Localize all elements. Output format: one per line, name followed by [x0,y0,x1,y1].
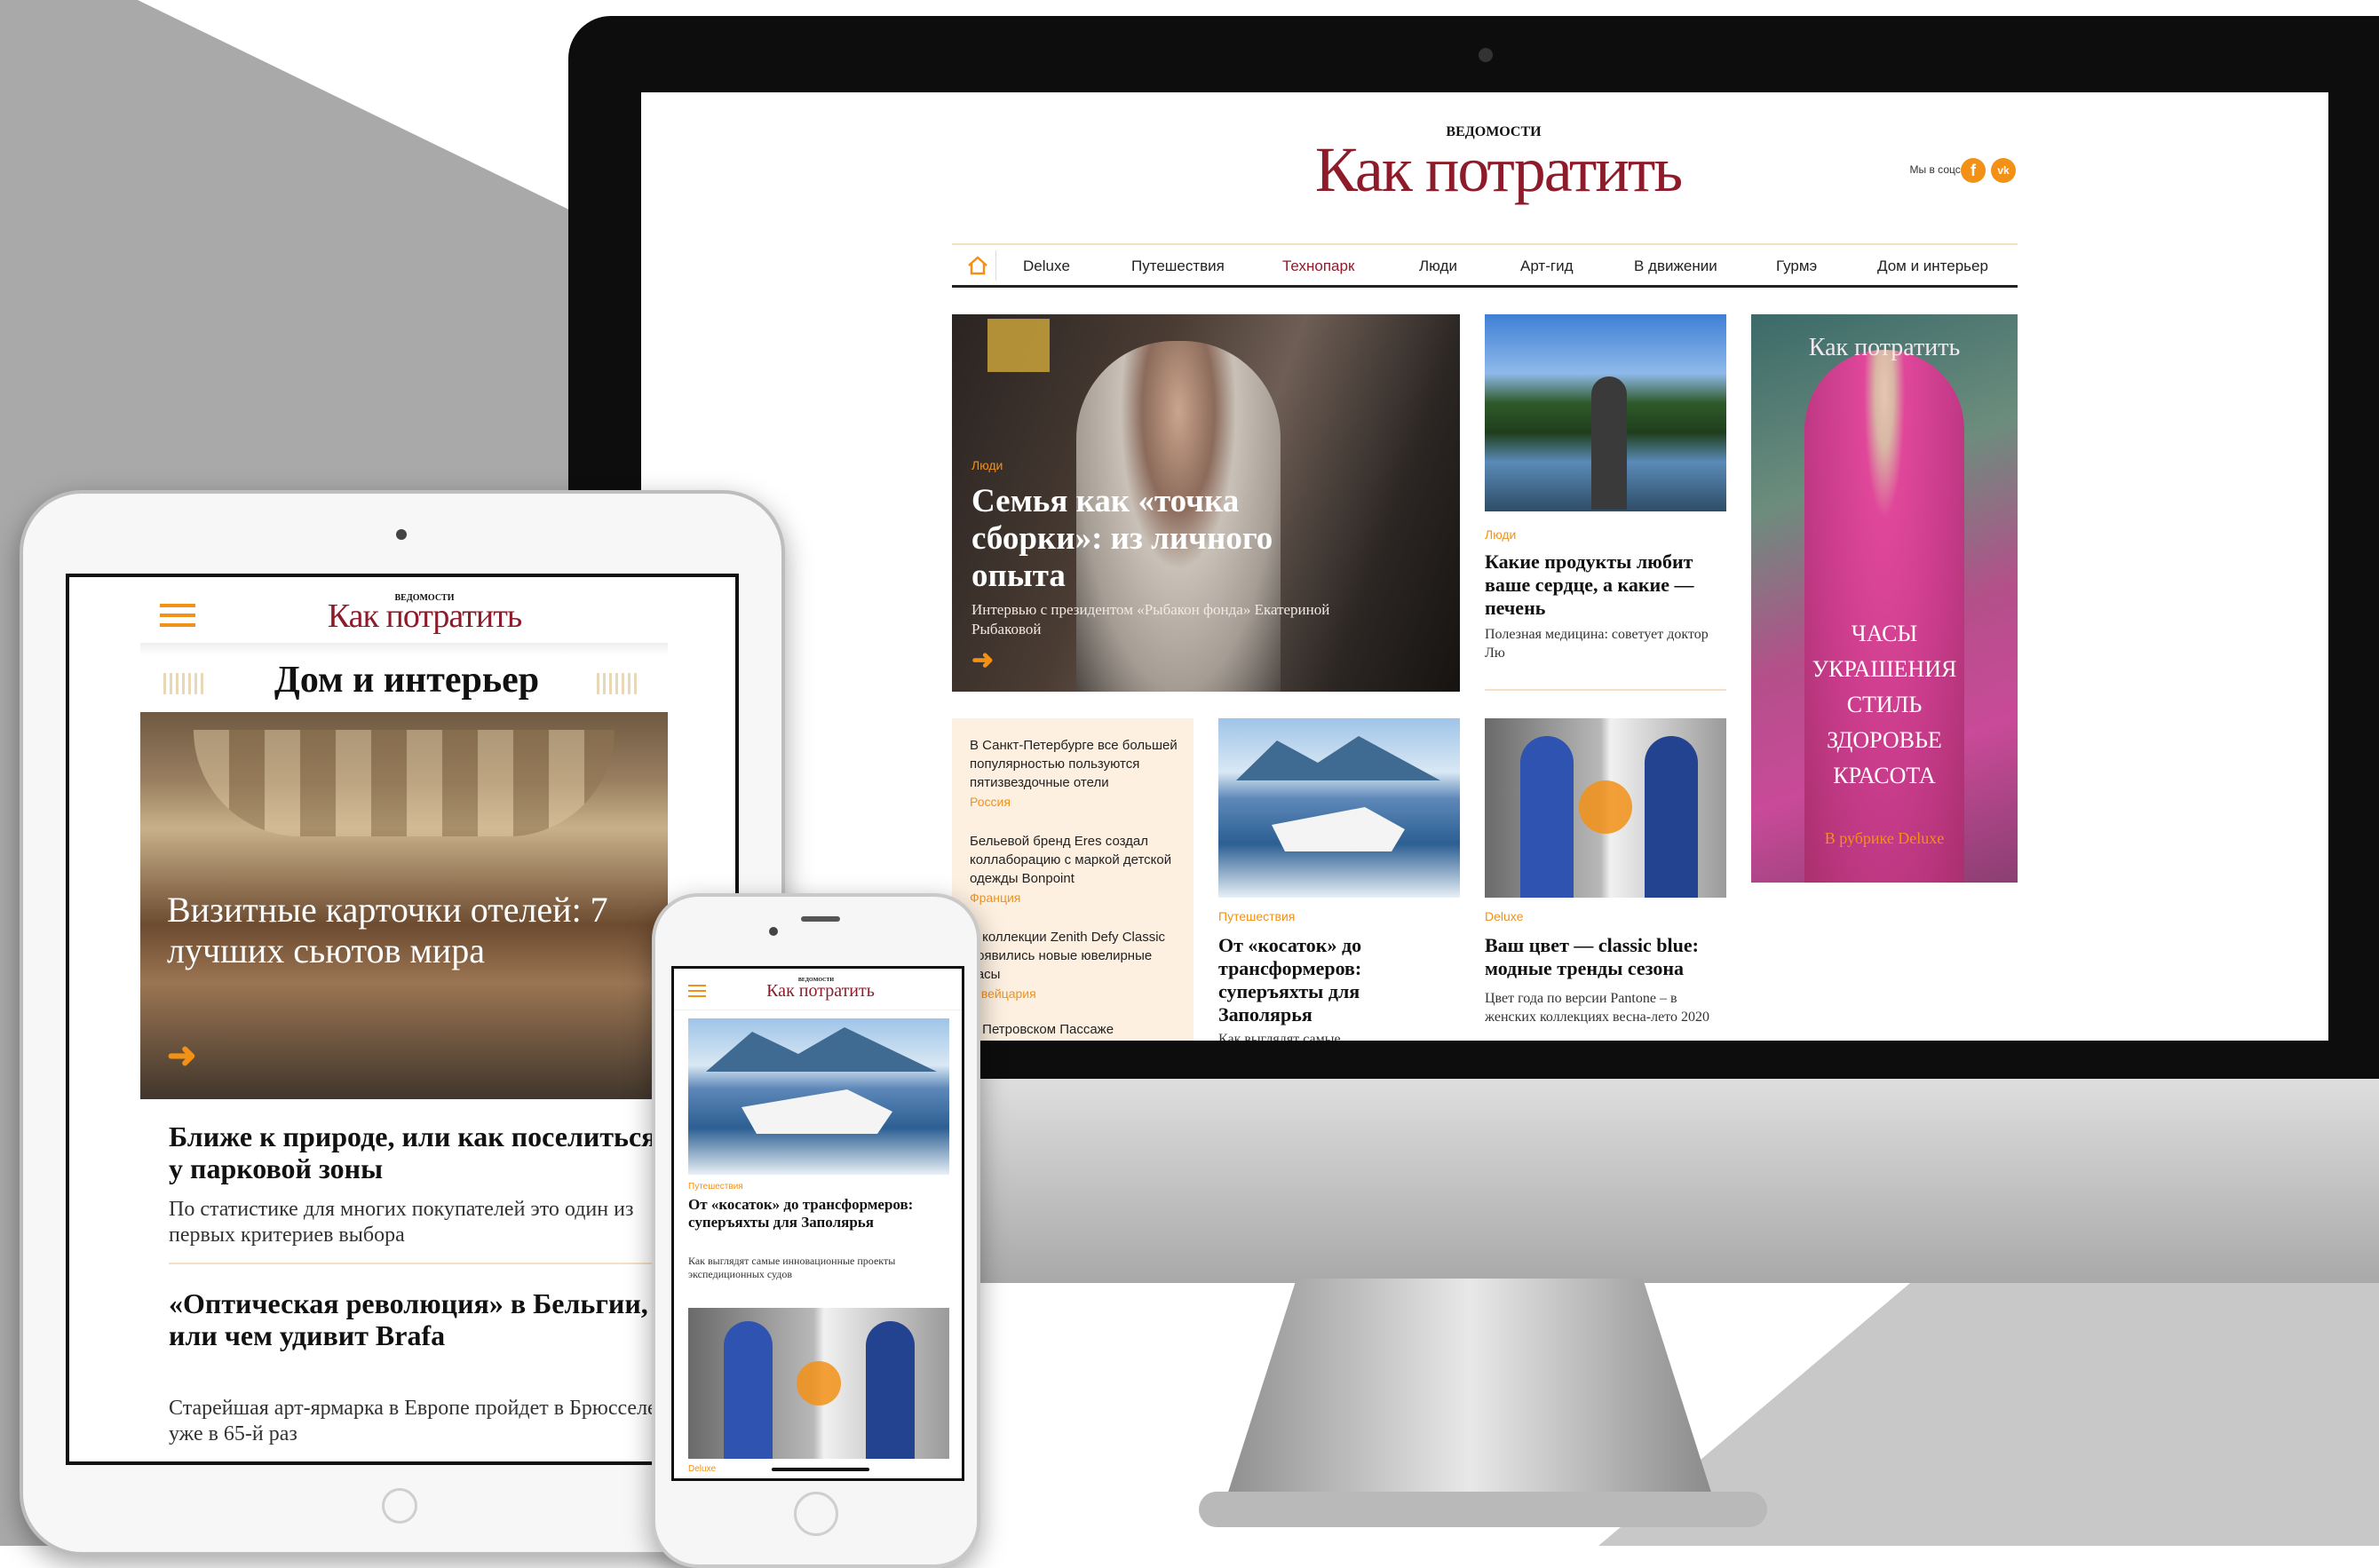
news-item[interactable]: В Санкт-Петербурге все большей популярно… [970,736,1183,792]
phone-camera-icon [797,1361,841,1406]
tablet-home-button[interactable] [382,1488,417,1524]
promo-logo: Как потратить [1808,334,1961,361]
tablet-article-desc: По статистике для многих покупателей это… [169,1198,634,1247]
divider [169,1263,666,1264]
vk-icon[interactable]: vk [1991,158,2016,183]
tablet-hero-image[interactable]: Визитные карточки отелей: 7 лучших сьюто… [140,712,668,1099]
phone-home-button[interactable] [794,1492,838,1536]
facebook-icon[interactable]: f [1961,158,1986,183]
story2-desc: Как выглядят самые [1218,1032,1341,1041]
hero-subtitle: Интервью с президентом «Рыбакон фонда» Е… [971,601,1330,637]
tablet-logo[interactable]: Как потратить [282,597,567,636]
section-title: Дом и интерьер [274,660,540,701]
phone-logo[interactable]: Как потратить [736,981,905,1002]
main-nav [952,243,2018,288]
divider [1485,689,1726,691]
phone-story-title[interactable]: От «косаток» до трансформеров: суперъяхт… [688,1196,951,1231]
promo-footer[interactable]: В рубрике Deluxe [1751,829,2018,848]
phone-story-category[interactable]: Путешествия [688,1182,743,1192]
news-tag[interactable]: Франция [970,891,1020,905]
site-logo[interactable]: Как потратить [1298,133,1698,207]
news-item[interactable]: В коллекции Zenith Defy Classic появилис… [970,928,1183,984]
phone-home-indicator [772,1468,869,1471]
news-tag[interactable]: Россия [970,795,1011,809]
tablet-screen: ВЕДОМОСТИ Как потратить Дом и интерьер В… [66,574,739,1465]
hamburger-icon[interactable] [160,604,195,627]
deluxe-promo-banner[interactable]: Как потратить ЧАСЫ УКРАШЕНИЯ СТИЛЬ ЗДОРО… [1751,314,2018,883]
news-list: В Санкт-Петербурге все большей популярно… [952,718,1193,1041]
phone-screen: ВЕДОМОСТИ Как потратить Путешествия От «… [671,966,964,1481]
home-icon[interactable] [961,250,996,281]
camera-icon [1579,780,1632,834]
nav-item-people[interactable]: Люди [1419,257,1457,275]
story2-title[interactable]: От «косаток» до трансформеров: суперъяхт… [1218,934,1449,1026]
tablet-article-title[interactable]: Ближе к природе, или как поселиться у па… [169,1121,666,1184]
hero-title[interactable]: Семья как «точка сборки»: из личного опы… [971,483,1344,595]
nav-item-home[interactable]: Дом и интерьер [1877,257,1988,275]
hero-card[interactable]: Люди Семья как «точка сборки»: из личног… [952,314,1460,692]
story-image-fashion[interactable] [1485,718,1726,898]
story3-category[interactable]: Deluxe [1485,909,1524,923]
news-item[interactable]: Бельевой бренд Eres создал коллаборацию … [970,832,1183,888]
hero-category[interactable]: Люди [971,458,1003,472]
story2-category[interactable]: Путешествия [1218,909,1295,923]
story3-desc: Цвет года по версии Pantone – в женских … [1485,991,1709,1025]
phone-speaker [801,916,840,922]
tablet-article-desc: Старейшая арт-ярмарка в Европе пройдет в… [169,1397,657,1445]
license-plate-image [987,319,1050,372]
phone-story-desc: Как выглядят самые инновационные проекты… [688,1255,896,1280]
nav-item-art[interactable]: Арт-гид [1520,257,1573,275]
phone-story-image[interactable] [688,1018,949,1175]
phone-camera [769,927,778,936]
phone-story2-image[interactable] [688,1308,949,1459]
story1-category[interactable]: Люди [1485,527,1516,542]
tablet-article-title[interactable]: «Оптическая революция» в Бельгии, или че… [169,1287,666,1351]
nav-item-technopark[interactable]: Технопарк [1282,257,1354,275]
arrow-icon[interactable]: ➜ [971,645,994,676]
nav-item-deluxe[interactable]: Deluxe [1023,257,1070,275]
promo-line-beauty: КРАСОТА [1833,763,1936,788]
nav-item-motion[interactable]: В движении [1634,257,1717,275]
phone-story2-category[interactable]: Deluxe [688,1464,716,1474]
promo-line-watches: ЧАСЫ [1851,621,1918,646]
monitor-stand [1199,1279,1767,1527]
tablet-arrow-icon[interactable]: ➜ [167,1035,197,1076]
news-item[interactable]: В Петровском Пассаже [970,1020,1183,1039]
ornament-right [597,673,638,694]
story1-desc: Полезная медицина: советует доктор Лю [1485,627,1709,661]
tablet-hero-title[interactable]: Визитные карточки отелей: 7 лучших сьюто… [167,890,629,971]
promo-line-jewelry: УКРАШЕНИЯ [1812,656,1957,682]
story-image-yacht[interactable] [1218,718,1460,898]
story1-title[interactable]: Какие продукты любит ваше сердце, а каки… [1485,550,1726,620]
story-image-lake[interactable] [1485,314,1726,511]
camera-dot [1479,48,1493,62]
promo-line-style: СТИЛЬ [1846,692,1923,717]
nav-item-travel[interactable]: Путешествия [1131,257,1225,275]
promo-line-health: ЗДОРОВЬЕ [1827,727,1942,753]
nav-item-gourmet[interactable]: Гурмэ [1776,257,1817,275]
phone-hamburger-icon[interactable] [688,985,706,997]
tablet-camera [396,529,407,540]
ornament-left [163,673,204,694]
story3-title[interactable]: Ваш цвет — classic blue: модные тренды с… [1485,934,1726,980]
